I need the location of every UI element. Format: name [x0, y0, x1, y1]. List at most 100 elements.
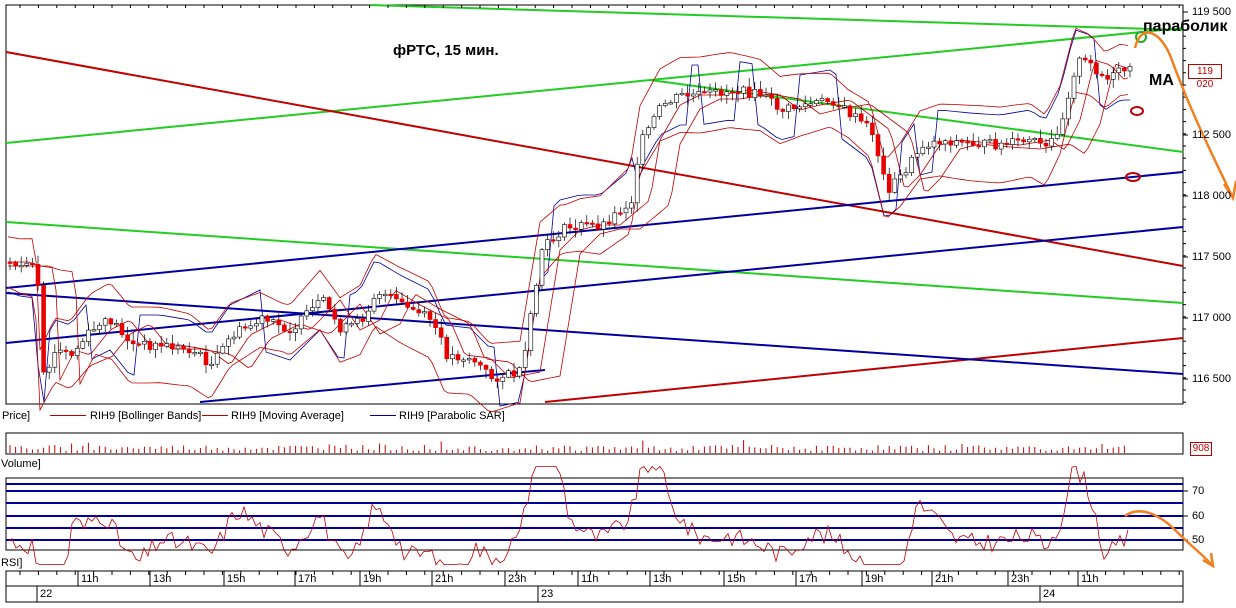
ma-annotation: MA — [1149, 72, 1174, 89]
candle-body — [181, 345, 186, 350]
candle-body — [567, 224, 573, 229]
candle-body — [987, 139, 993, 142]
candle-body — [590, 222, 595, 225]
candle-body — [578, 222, 584, 230]
candle-body — [758, 89, 763, 97]
candle-body — [399, 298, 405, 303]
candle-body — [573, 227, 578, 230]
price-panel-frame — [5, 4, 1184, 405]
candle-body — [422, 311, 427, 314]
candle-body — [164, 343, 170, 347]
candle-body — [875, 134, 881, 157]
candle-body — [287, 330, 293, 334]
candle-body — [1032, 138, 1038, 141]
candle-body — [763, 94, 769, 97]
candle-body — [1071, 75, 1077, 99]
candle-body — [780, 109, 786, 112]
candle-body — [332, 308, 338, 320]
candle-body — [18, 265, 24, 268]
candle-body — [438, 327, 444, 338]
candle-body — [24, 262, 30, 266]
candle-body — [220, 345, 226, 354]
candle-body — [74, 347, 80, 356]
candle-body — [461, 359, 466, 362]
candle-body — [797, 106, 802, 110]
candle-body — [702, 91, 707, 94]
candle-body — [937, 140, 942, 145]
candle-body — [478, 361, 483, 366]
candle-body — [898, 174, 903, 180]
candle-body — [1110, 72, 1116, 80]
candle-body — [142, 340, 147, 345]
hour-tick-label: 19h — [363, 573, 382, 585]
candle-body — [130, 340, 136, 345]
candle-body — [158, 342, 164, 347]
candle-body — [752, 89, 758, 99]
candle-body — [718, 89, 724, 96]
candle-body — [242, 326, 248, 329]
candle-body — [97, 324, 102, 330]
rsi-tick-label: 70 — [1192, 485, 1205, 497]
candle-body — [147, 340, 153, 350]
candle-body — [522, 350, 528, 368]
candle-body — [786, 104, 791, 112]
candle-body — [1099, 73, 1105, 76]
price-panel-label: Price] — [2, 410, 31, 422]
candle-body — [360, 318, 366, 322]
candle-body — [814, 100, 819, 105]
chart-canvas — [5, 4, 1236, 603]
hour-tick-label: 15h — [727, 573, 746, 585]
candle-body — [349, 323, 354, 326]
candle-body — [1116, 67, 1122, 73]
hour-tick-label: 19h — [865, 573, 884, 585]
candle-body — [1088, 59, 1094, 64]
candle-body — [394, 294, 399, 300]
candle-body — [444, 336, 450, 360]
candle-body — [315, 300, 321, 308]
candle-body — [954, 140, 959, 146]
candle-body — [354, 318, 360, 324]
day-tick-label: 22 — [40, 588, 53, 600]
candle-body — [343, 323, 349, 333]
legend-swatch-sar — [370, 415, 396, 416]
candle-body — [595, 223, 601, 230]
candle-body — [657, 105, 662, 117]
candle-body — [119, 322, 125, 336]
candle-body — [41, 285, 46, 373]
candle-body — [455, 354, 461, 361]
candle-body — [668, 102, 674, 105]
candle-body — [858, 113, 864, 122]
candle-body — [450, 354, 455, 360]
candle-body — [108, 318, 114, 325]
candle-body — [1094, 62, 1099, 75]
candle-body — [1015, 138, 1021, 141]
candle-body — [679, 93, 685, 96]
candle-body — [511, 370, 517, 377]
volume-panel-label: Volume] — [1, 458, 41, 470]
candle-body — [965, 141, 970, 144]
hour-tick-label: 15h — [227, 573, 246, 585]
candle-body — [7, 261, 13, 264]
hour-tick-label: 17h — [799, 573, 818, 585]
candle-body — [1021, 139, 1026, 143]
candle-body — [713, 89, 718, 92]
candle-body — [265, 315, 270, 322]
hour-tick-label: 23h — [1011, 573, 1030, 585]
candle-body — [696, 91, 702, 95]
rsi-tick-label: 60 — [1192, 510, 1205, 522]
candle-body — [528, 313, 534, 351]
candle-body — [998, 142, 1004, 150]
candle-body — [892, 178, 898, 193]
hour-tick-label: 13h — [653, 573, 672, 585]
candle-body — [338, 318, 343, 333]
candle-body — [466, 358, 472, 361]
candle-body — [550, 239, 556, 242]
parabolic-annotation: параболик — [1143, 18, 1228, 35]
price-tick-label: 116 500 — [1192, 373, 1231, 385]
candle-body — [948, 140, 954, 146]
current-volume-badge: 908 — [1190, 442, 1212, 456]
candle-body — [506, 370, 511, 378]
candle-body — [584, 222, 590, 225]
price-tick-label: 117 000 — [1192, 312, 1231, 324]
candle-body — [707, 89, 713, 93]
